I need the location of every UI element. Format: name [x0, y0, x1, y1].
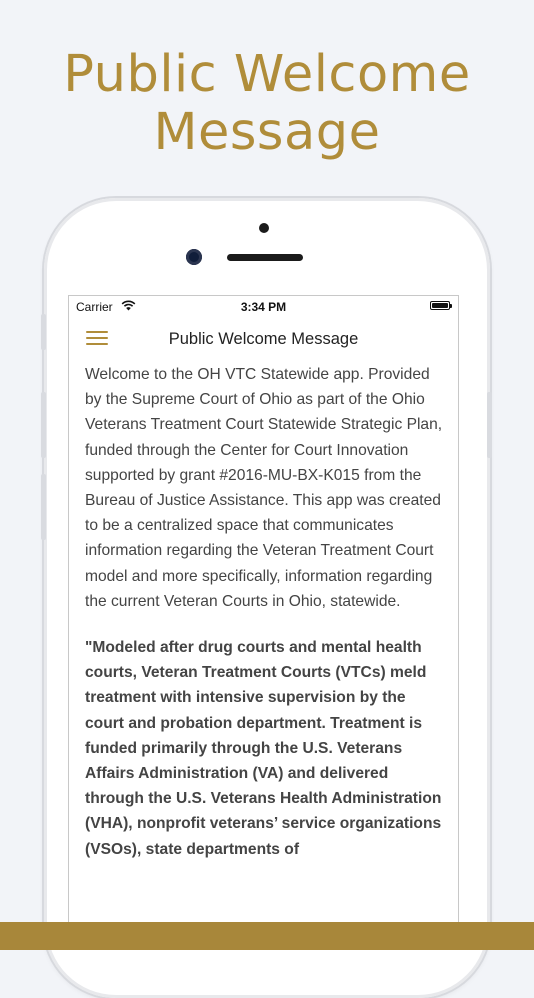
phone-volume-down-button — [41, 474, 46, 540]
quote-paragraph: "Modeled after drug courts and mental he… — [85, 639, 442, 858]
phone-power-button — [487, 392, 492, 458]
status-bar: Carrier 3:34 PM — [69, 296, 458, 318]
app-screen: Carrier 3:34 PM Public Welcome Message W… — [68, 295, 459, 935]
welcome-message-content[interactable]: Welcome to the OH VTC Statewide app. Pro… — [85, 362, 447, 862]
phone-silent-switch — [41, 314, 46, 350]
phone-speaker — [227, 254, 303, 261]
phone-sensor — [259, 223, 269, 233]
promo-headline-line1: Public Welcome — [63, 45, 471, 104]
nav-bar: Public Welcome Message — [69, 320, 458, 358]
intro-paragraph: Welcome to the OH VTC Statewide app. Pro… — [85, 366, 443, 610]
phone-volume-up-button — [41, 392, 46, 458]
status-time: 3:34 PM — [240, 300, 287, 314]
nav-title: Public Welcome Message — [168, 330, 359, 348]
battery-icon — [430, 301, 452, 310]
promo-headline: Public Welcome Message — [0, 46, 534, 162]
promo-headline-line2: Message — [153, 103, 381, 162]
bottom-accent-bar — [0, 922, 534, 950]
front-camera-icon — [186, 249, 202, 265]
